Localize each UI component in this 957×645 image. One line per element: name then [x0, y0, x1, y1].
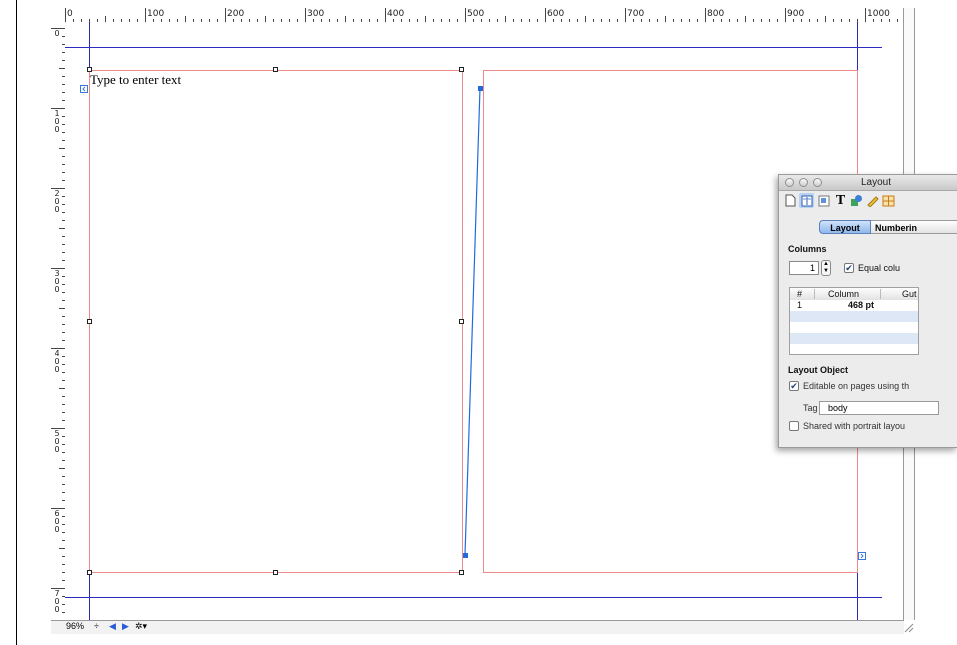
- tag-field[interactable]: body: [819, 401, 939, 415]
- ruler-label: 400: [54, 349, 60, 374]
- editable-label: Editable on pages using th: [803, 381, 910, 391]
- horizontal-ruler[interactable]: 0 100 200 300 400 500 600 700 800 900 1000: [51, 8, 914, 23]
- ruler-label: 200: [54, 189, 60, 214]
- text-flow-link-start-handle[interactable]: [478, 86, 483, 91]
- ruler-label: 500: [54, 429, 60, 454]
- ruler-label: 600: [547, 9, 565, 19]
- ruler-label: 400: [387, 9, 405, 19]
- ruler-label: 1000: [867, 9, 890, 19]
- ruler-tick: [545, 8, 546, 22]
- wrap-icon[interactable]: [816, 193, 831, 208]
- ruler-label: 900: [787, 9, 805, 19]
- zoom-stepper[interactable]: ÷: [94, 621, 99, 631]
- zoom-level[interactable]: 96%: [66, 621, 84, 631]
- row-number: 1: [797, 300, 803, 310]
- tag-label: Tag: [803, 403, 818, 413]
- ruler-corner: [51, 8, 65, 22]
- ruler-label: 700: [627, 9, 645, 19]
- ruler-tick: [625, 8, 626, 22]
- previous-page-button[interactable]: ◀: [109, 621, 116, 632]
- columns-stepper-arrows[interactable]: ▲ ▼: [821, 260, 831, 276]
- layout-object-heading: Layout Object: [788, 365, 849, 375]
- graphic-icon[interactable]: [849, 193, 864, 208]
- ruler-label: 800: [707, 9, 725, 19]
- empty-table-row: [790, 311, 918, 322]
- ruler-label: 300: [54, 269, 60, 294]
- inspector-toolbar: T: [779, 191, 957, 213]
- ruler-label: 0: [67, 9, 73, 19]
- ruler-label: 700: [54, 589, 60, 614]
- ruler-label: 100: [54, 109, 60, 134]
- row-column-width[interactable]: 468 pt: [848, 300, 874, 310]
- columns-heading: Columns: [788, 244, 827, 254]
- placeholder-text[interactable]: Type to enter text: [90, 72, 181, 88]
- inspector-tabs: Layout Numberin: [819, 220, 957, 235]
- metrics-icon[interactable]: [865, 193, 880, 208]
- layout-inspector-panel: Layout T Layout Numberin Columns 1 ▲ ▼ ✔ …: [778, 174, 957, 448]
- ruler-label: 500: [467, 9, 485, 19]
- resize-handle-middle-left[interactable]: [87, 319, 92, 324]
- resize-handle-top-center[interactable]: [273, 67, 278, 72]
- text-out-indicator-icon[interactable]: [858, 552, 866, 560]
- table-row[interactable]: 1 468 pt: [790, 300, 918, 311]
- table-icon[interactable]: [881, 193, 896, 208]
- columns-table: # Column Gut 1 468 pt: [789, 287, 919, 355]
- ruler-tick: [865, 8, 866, 22]
- ruler-tick: [65, 8, 66, 22]
- text-icon[interactable]: T: [833, 193, 848, 208]
- ruler-tick: [465, 8, 466, 22]
- equal-columns-label: Equal colu: [858, 263, 901, 273]
- close-button[interactable]: [785, 178, 794, 187]
- editable-checkbox[interactable]: ✔: [789, 381, 799, 391]
- resize-handle-top-right[interactable]: [459, 67, 464, 72]
- zoom-button[interactable]: [813, 178, 822, 187]
- text-in-indicator-icon[interactable]: [80, 85, 88, 93]
- window-resize-grip[interactable]: [902, 620, 914, 633]
- ruler-tick: [305, 8, 306, 22]
- ruler-tick: [145, 8, 146, 22]
- status-bar: [51, 620, 904, 634]
- equal-columns-checkbox[interactable]: ✔: [844, 263, 854, 273]
- text-frame-left[interactable]: [89, 70, 463, 573]
- text-flow-link-end-handle[interactable]: [463, 553, 468, 558]
- ruler-label: 100: [147, 9, 165, 19]
- column-header-number[interactable]: #: [797, 289, 802, 299]
- document-icon[interactable]: [783, 193, 798, 208]
- inspector-titlebar[interactable]: Layout: [779, 175, 957, 191]
- ruler-label: 200: [227, 9, 245, 19]
- window-left-edge: [16, 0, 17, 645]
- inspector-title: Layout: [861, 177, 892, 188]
- resize-handle-bottom-left[interactable]: [87, 570, 92, 575]
- ruler-tick: [785, 8, 786, 22]
- layout-icon[interactable]: [799, 193, 814, 208]
- empty-table-row: [790, 344, 918, 354]
- ruler-label: 600: [54, 509, 60, 534]
- tab-numbering[interactable]: Numberin: [871, 220, 957, 234]
- empty-table-row: [790, 322, 918, 333]
- top-margin-guide: [65, 47, 882, 48]
- shared-portrait-checkbox[interactable]: [789, 421, 799, 431]
- column-header-gutter[interactable]: Gut: [902, 289, 917, 299]
- resize-handle-top-left[interactable]: [87, 67, 92, 72]
- ruler-tick: [225, 8, 226, 22]
- zoom-controls: 96% ÷ ◀ ▶ ✲▾: [52, 621, 166, 632]
- minimize-button[interactable]: [799, 178, 808, 187]
- action-menu-button[interactable]: ✲▾: [135, 621, 147, 632]
- bottom-margin-guide: [65, 597, 882, 598]
- column-header-column[interactable]: Column: [828, 289, 859, 299]
- resize-handle-bottom-center[interactable]: [273, 570, 278, 575]
- ruler-label: 0: [54, 29, 60, 38]
- ruler-tick: [705, 8, 706, 22]
- text-flow-link: [464, 87, 481, 556]
- empty-table-row: [790, 333, 918, 344]
- vertical-ruler[interactable]: 0 100 200 300 400 500 600 700: [51, 22, 66, 620]
- shared-portrait-label: Shared with portrait layou: [803, 421, 906, 431]
- ruler-tick: [385, 8, 386, 22]
- next-page-button[interactable]: ▶: [122, 621, 129, 632]
- resize-handle-bottom-right[interactable]: [459, 570, 464, 575]
- tab-layout[interactable]: Layout: [819, 220, 871, 234]
- columns-count-field[interactable]: 1: [789, 261, 819, 275]
- ruler-label: 300: [307, 9, 325, 19]
